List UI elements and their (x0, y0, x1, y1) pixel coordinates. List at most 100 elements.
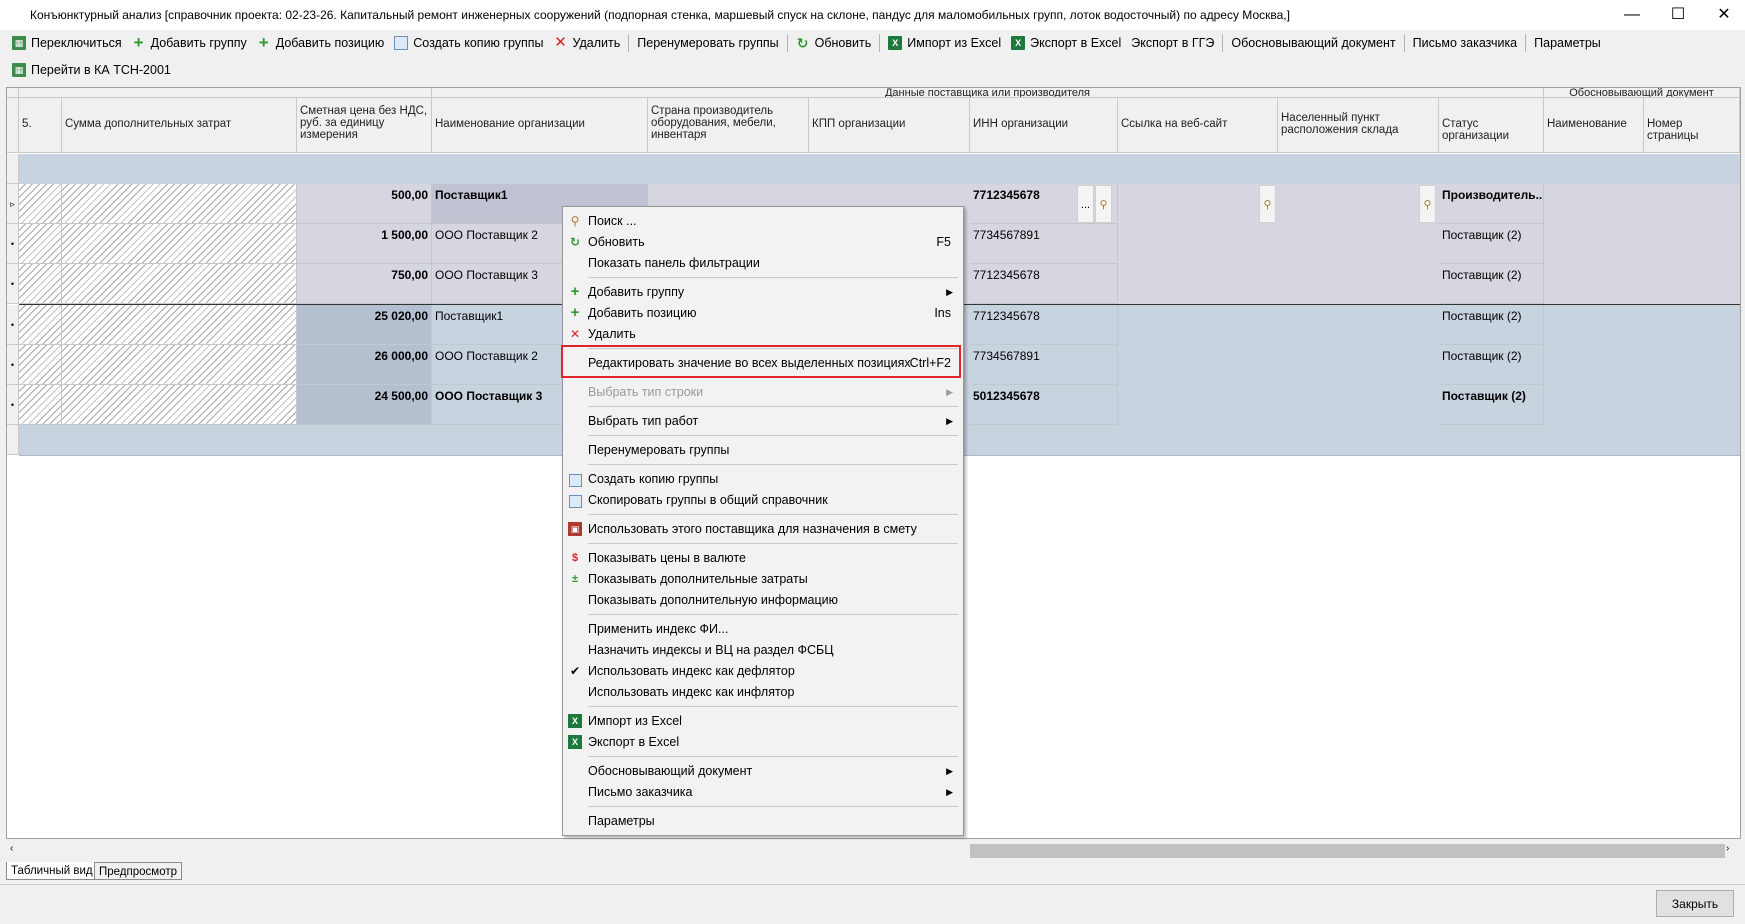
maximize-button[interactable]: ☐ (1655, 0, 1701, 30)
inn-cell[interactable]: 7734567891 (970, 224, 1118, 264)
export-gge-button[interactable]: Экспорт в ГГЭ (1126, 32, 1219, 54)
column-header-inn[interactable]: ИНН организации (970, 98, 1118, 153)
column-header-org-status[interactable]: Статус организации (1439, 98, 1544, 153)
price-cell[interactable]: 750,00 (297, 264, 432, 304)
table-cell[interactable] (62, 224, 297, 264)
scrollbar-thumb[interactable] (970, 844, 1725, 858)
menu-item-copy-to-common[interactable]: Скопировать группы в общий справочник (563, 490, 963, 511)
status-cell[interactable]: Поставщик (2) (1439, 345, 1544, 385)
menu-item-show-extra-costs[interactable]: ± Показывать дополнительные затраты (563, 569, 963, 590)
column-header-page-number[interactable]: Номер страницы (1644, 98, 1740, 153)
export-excel-button[interactable]: X Экспорт в Excel (1006, 32, 1126, 54)
table-cell[interactable] (62, 305, 297, 345)
column-header-num[interactable]: 5. (19, 98, 62, 153)
inn-cell[interactable]: 7712345678 (970, 264, 1118, 304)
delete-button[interactable]: ✕ Удалить (549, 32, 626, 54)
row-marker[interactable] (7, 425, 19, 455)
column-header-additional-costs[interactable]: Сумма дополнительных затрат (62, 98, 297, 153)
menu-item-use-supplier[interactable]: ▣ Использовать этого поставщика для назна… (563, 519, 963, 540)
justifying-document-button[interactable]: Обосновывающий документ (1226, 32, 1400, 54)
menu-item-export-excel[interactable]: X Экспорт в Excel (563, 732, 963, 753)
menu-item-select-work-type[interactable]: Выбрать тип работ ▶ (563, 411, 963, 432)
search-icon[interactable]: ⚲ (1419, 185, 1436, 223)
search-icon[interactable]: ⚲ (1095, 185, 1112, 223)
table-cell[interactable] (19, 224, 62, 264)
status-cell[interactable]: Производитель... (1439, 184, 1544, 224)
menu-item-justifying-document[interactable]: Обосновывающий документ ▶ (563, 761, 963, 782)
row-marker[interactable]: • (7, 224, 19, 264)
menu-item-delete[interactable]: ✕ Удалить (563, 324, 963, 345)
import-excel-button[interactable]: X Импорт из Excel (883, 32, 1006, 54)
switch-button[interactable]: ▦ Переключиться (7, 32, 127, 54)
row-marker[interactable] (7, 154, 19, 184)
scroll-left-icon[interactable]: ‹ (10, 843, 13, 854)
menu-item-add-group[interactable]: + Добавить группу ▶ (563, 282, 963, 303)
row-marker[interactable]: • (7, 305, 19, 345)
menu-item-apply-fi-index[interactable]: Применить индекс ФИ... (563, 619, 963, 640)
column-header-website[interactable]: Ссылка на веб-сайт (1118, 98, 1278, 153)
table-cell[interactable] (19, 305, 62, 345)
column-header-warehouse-location[interactable]: Населенный пункт расположения склада (1278, 98, 1439, 153)
parameters-button[interactable]: Параметры (1529, 32, 1606, 54)
minimize-button[interactable]: — (1609, 0, 1655, 30)
tab-table-view[interactable]: Табличный вид (6, 862, 98, 880)
inn-cell[interactable]: 5012345678 (970, 385, 1118, 425)
column-header-estimated-price[interactable]: Сметная цена без НДС, руб. за единицу из… (297, 98, 432, 153)
row-marker[interactable]: • (7, 345, 19, 385)
customer-letter-button[interactable]: Письмо заказчика (1408, 32, 1523, 54)
menu-item-renumber-groups[interactable]: Перенумеровать группы (563, 440, 963, 461)
column-header-country[interactable]: Страна производитель оборудования, мебел… (648, 98, 809, 153)
close-window-button[interactable]: ✕ (1701, 0, 1745, 30)
menu-item-show-filter-panel[interactable]: Показать панель фильтрации (563, 253, 963, 274)
menu-item-copy-group[interactable]: Создать копию группы (563, 469, 963, 490)
menu-item-refresh[interactable]: ↻ Обновить F5 (563, 232, 963, 253)
table-cell[interactable] (19, 184, 62, 224)
menu-item-use-inflator[interactable]: Использовать индекс как инфлятор (563, 682, 963, 703)
table-cell[interactable] (62, 264, 297, 304)
price-cell[interactable]: 24 500,00 (297, 385, 432, 425)
price-cell[interactable]: 25 020,00 (297, 305, 432, 345)
table-cell[interactable] (62, 385, 297, 425)
inn-cell[interactable]: 7734567891 (970, 345, 1118, 385)
status-cell[interactable]: Поставщик (2) (1439, 305, 1544, 345)
status-cell[interactable]: Поставщик (2) (1439, 264, 1544, 304)
ellipsis-button[interactable]: ... (1077, 185, 1094, 223)
menu-item-parameters[interactable]: Параметры (563, 811, 963, 832)
group-header-row[interactable] (19, 154, 1740, 185)
column-header-doc-name[interactable]: Наименование (1544, 98, 1644, 153)
status-cell[interactable]: Поставщик (2) (1439, 224, 1544, 264)
row-marker[interactable]: • (7, 264, 19, 304)
menu-item-import-excel[interactable]: X Импорт из Excel (563, 711, 963, 732)
tab-preview[interactable]: Предпросмотр (94, 862, 182, 880)
go-to-ka-tsn-button[interactable]: ▦ Перейти в КА ТСН-2001 (7, 59, 176, 81)
price-cell[interactable]: 1 500,00 (297, 224, 432, 264)
menu-item-assign-indexes[interactable]: Назначить индексы и ВЦ на раздел ФСБЦ (563, 640, 963, 661)
menu-item-use-deflator[interactable]: ✔ Использовать индекс как дефлятор (563, 661, 963, 682)
menu-item-show-extra-info[interactable]: Показывать дополнительную информацию (563, 590, 963, 611)
table-cell[interactable] (19, 264, 62, 304)
menu-item-show-currency[interactable]: $ Показывать цены в валюте (563, 548, 963, 569)
column-header-org-name[interactable]: Наименование организации (432, 98, 648, 153)
search-icon[interactable]: ⚲ (1259, 185, 1276, 223)
price-cell[interactable]: 500,00 (297, 184, 432, 224)
table-cell[interactable] (62, 345, 297, 385)
row-marker-current[interactable]: ▹ (7, 184, 19, 224)
status-cell[interactable]: Поставщик (2) (1439, 385, 1544, 425)
add-group-button[interactable]: + Добавить группу (127, 32, 252, 54)
add-position-button[interactable]: + Добавить позицию (252, 32, 390, 54)
table-cell[interactable] (62, 184, 297, 224)
price-cell[interactable]: 26 000,00 (297, 345, 432, 385)
inn-cell[interactable]: 7712345678 (970, 305, 1118, 345)
row-marker[interactable]: • (7, 385, 19, 425)
menu-item-select-row-type[interactable]: Выбрать тип строки ▶ (563, 382, 963, 403)
column-header-kpp[interactable]: КПП организации (809, 98, 970, 153)
menu-item-customer-letter[interactable]: Письмо заказчика ▶ (563, 782, 963, 803)
table-cell[interactable] (19, 345, 62, 385)
renumber-groups-button[interactable]: Перенумеровать группы (632, 32, 783, 54)
menu-item-add-position[interactable]: + Добавить позицию Ins (563, 303, 963, 324)
close-button[interactable]: Закрыть (1656, 890, 1734, 917)
refresh-button[interactable]: ↻ Обновить (791, 32, 877, 54)
scroll-right-icon[interactable]: › (1726, 843, 1729, 854)
menu-item-search[interactable]: ⚲ Поиск ... (563, 211, 963, 232)
table-cell[interactable] (19, 385, 62, 425)
